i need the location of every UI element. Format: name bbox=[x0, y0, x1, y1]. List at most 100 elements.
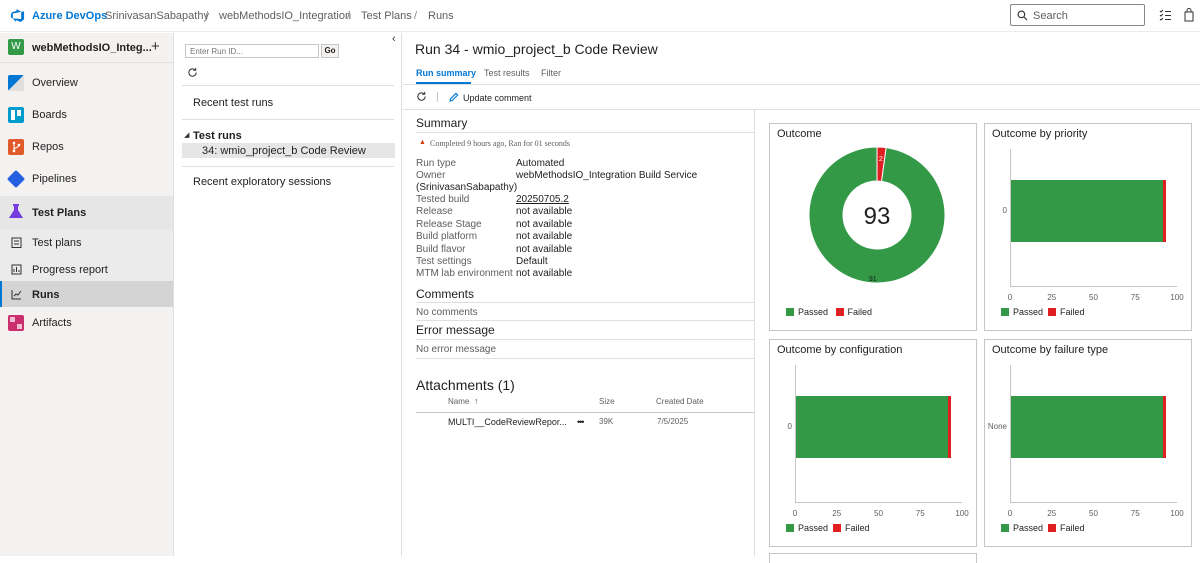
breadcrumb-test-plans[interactable]: Test Plans bbox=[361, 10, 412, 22]
attachment-created: 7/5/2025 bbox=[657, 417, 689, 426]
azure-devops-logo-icon[interactable] bbox=[10, 8, 25, 23]
tab-run-summary[interactable]: Run summary bbox=[416, 68, 476, 78]
test-runs-header[interactable]: Test runs bbox=[193, 130, 242, 142]
chart-title: Outcome by priority bbox=[992, 128, 1088, 140]
bar-failed[interactable] bbox=[947, 396, 952, 458]
column-created-header[interactable]: Created Date bbox=[656, 397, 704, 406]
nav-item-runs[interactable]: Runs bbox=[0, 281, 173, 307]
legend-failed-label: Failed bbox=[847, 307, 873, 317]
bar-passed[interactable] bbox=[1011, 180, 1163, 242]
tab-filter[interactable]: Filter bbox=[541, 68, 561, 78]
x-axis-line bbox=[1010, 502, 1177, 503]
field-label-release: Release bbox=[416, 206, 453, 217]
legend-failed-swatch bbox=[1048, 524, 1057, 532]
run-id-input[interactable] bbox=[185, 44, 319, 58]
x-tick-label: 0 bbox=[792, 509, 798, 518]
breadcrumb-separator: / bbox=[205, 10, 209, 22]
field-label-mtm-lab: MTM lab environment bbox=[416, 268, 513, 279]
recent-exploratory-link[interactable]: Recent exploratory sessions bbox=[193, 176, 331, 188]
x-tick-label: 100 bbox=[1170, 293, 1184, 302]
comments-text: No comments bbox=[416, 307, 478, 318]
recent-test-runs-link[interactable]: Recent test runs bbox=[193, 97, 273, 109]
x-tick-label: 0 bbox=[1007, 509, 1013, 518]
column-size-header[interactable]: Size bbox=[599, 397, 615, 406]
nav-item-overview[interactable]: Overview bbox=[0, 69, 173, 97]
legend-passed-swatch bbox=[1001, 308, 1009, 316]
legend-passed-label: Passed bbox=[1013, 307, 1044, 317]
nav-label-artifacts: Artifacts bbox=[32, 317, 72, 329]
shopping-bag-icon[interactable] bbox=[1184, 8, 1194, 22]
field-label-build-platform: Build platform bbox=[416, 231, 478, 242]
nav-item-boards[interactable]: Boards bbox=[0, 101, 173, 129]
legend-passed-swatch bbox=[1001, 524, 1009, 532]
field-value-test-settings: Default bbox=[516, 256, 548, 267]
column-name-header[interactable]: Name bbox=[448, 397, 469, 406]
bar-failed[interactable] bbox=[1162, 396, 1167, 458]
refresh-icon[interactable] bbox=[416, 91, 427, 102]
clipboard-icon bbox=[11, 237, 22, 248]
outcome-by-configuration-card: Outcome by configuration 0 0 25 50 75 100 Pass… bbox=[769, 339, 977, 547]
nav-item-repos[interactable]: Repos bbox=[0, 133, 173, 161]
toolbar-separator bbox=[437, 92, 438, 102]
nav-item-test-plans[interactable]: Test Plans bbox=[0, 196, 173, 229]
field-label-run-type: Run type bbox=[416, 158, 457, 169]
pipelines-icon bbox=[6, 169, 26, 189]
nav-item-pipelines[interactable]: Pipelines bbox=[0, 165, 173, 193]
divider bbox=[416, 412, 754, 413]
nav-item-progress-report[interactable]: Progress report bbox=[0, 256, 173, 284]
field-label-owner: Owner bbox=[416, 170, 446, 181]
bar-passed[interactable] bbox=[1011, 396, 1163, 458]
task-list-icon[interactable] bbox=[1159, 9, 1171, 21]
nav-item-artifacts[interactable]: Artifacts bbox=[0, 309, 173, 337]
x-tick-label: 25 bbox=[832, 509, 842, 518]
update-comment-label: Update comment bbox=[463, 93, 532, 103]
summary-header: Summary bbox=[416, 116, 468, 130]
search-box[interactable]: Search bbox=[1010, 4, 1145, 26]
comments-header: Comments bbox=[416, 287, 475, 301]
nav-label-boards: Boards bbox=[32, 109, 67, 121]
breadcrumb-project[interactable]: webMethodsIO_Integration bbox=[219, 10, 351, 22]
legend-failed-swatch bbox=[1048, 308, 1057, 316]
chart-title: Outcome by failure type bbox=[992, 344, 1109, 356]
attachment-name[interactable]: MULTI__CodeReviewRepor... bbox=[448, 417, 567, 427]
bar-failed[interactable] bbox=[1162, 180, 1167, 242]
project-header[interactable]: W webMethodsIO_Integ... + bbox=[0, 33, 173, 63]
selected-run-item[interactable]: 34: wmio_project_b Code Review bbox=[182, 143, 395, 158]
project-name[interactable]: webMethodsIO_Integ... bbox=[32, 42, 152, 54]
expand-triangle-icon[interactable]: ◢ bbox=[184, 131, 189, 139]
chart-legend: Passed Failed bbox=[1001, 307, 1085, 317]
brand-link[interactable]: Azure DevOps bbox=[32, 10, 107, 22]
field-label-test-settings: Test settings bbox=[416, 256, 472, 267]
chart-legend: Passed Failed bbox=[786, 523, 870, 533]
sort-ascending-icon[interactable]: ↑ bbox=[474, 396, 479, 406]
nav-item-test-plans-sub[interactable]: Test plans bbox=[0, 229, 173, 257]
refresh-icon[interactable] bbox=[187, 67, 198, 78]
breadcrumb-organization[interactable]: SrinivasanSabapathy bbox=[105, 10, 209, 22]
legend-passed-label: Passed bbox=[798, 523, 829, 533]
project-avatar: W bbox=[8, 39, 24, 55]
tab-test-results[interactable]: Test results bbox=[484, 68, 530, 78]
column-divider bbox=[754, 110, 755, 556]
error-message-text: No error message bbox=[416, 344, 497, 355]
more-options-icon[interactable]: ••• bbox=[577, 417, 585, 427]
update-comment-button[interactable]: Update comment bbox=[448, 89, 538, 105]
y-tick-label: 0 bbox=[787, 422, 792, 431]
attachment-row[interactable]: MULTI__CodeReviewRepor... ••• 39K 7/5/20… bbox=[416, 414, 754, 432]
field-value-mtm-lab: not available bbox=[516, 268, 573, 279]
donut-center-total: 93 bbox=[864, 203, 891, 230]
breadcrumb-runs[interactable]: Runs bbox=[428, 10, 454, 22]
outcome-chart-card: Outcome 2 91 93 Passed Failed bbox=[769, 123, 977, 331]
top-bar: Azure DevOps SrinivasanSabapathy / webMe… bbox=[0, 0, 1200, 32]
add-icon[interactable]: + bbox=[151, 38, 160, 55]
boards-icon bbox=[8, 107, 24, 123]
collapse-chevron-icon[interactable]: ‹ bbox=[392, 33, 396, 45]
divider bbox=[416, 320, 754, 321]
tested-build-link[interactable]: 20250705.2 bbox=[516, 194, 569, 205]
x-tick-label: 50 bbox=[1089, 509, 1098, 518]
runs-icon bbox=[11, 290, 22, 300]
pencil-icon bbox=[449, 92, 459, 102]
nav-label-pipelines: Pipelines bbox=[32, 173, 77, 185]
go-button[interactable]: Go bbox=[321, 44, 339, 58]
completed-note: Completed 9 hours ago, Ran for 01 second… bbox=[430, 139, 570, 148]
bar-passed[interactable] bbox=[796, 396, 948, 458]
